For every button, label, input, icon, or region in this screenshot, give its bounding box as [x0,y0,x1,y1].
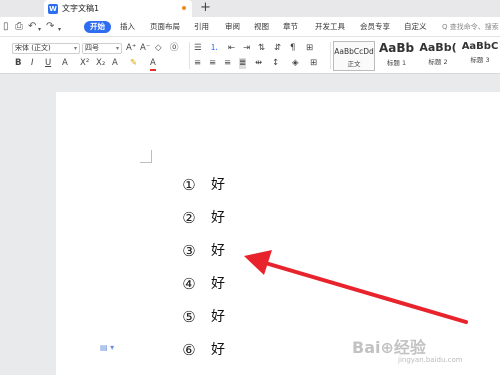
annotation-arrow [244,250,468,324]
arrow-head [244,250,272,275]
arrow-shaft [260,260,468,324]
baidu-watermark: Bai⊕经验 [352,338,426,357]
watermark-url: jingyan.baidu.com [398,356,463,364]
